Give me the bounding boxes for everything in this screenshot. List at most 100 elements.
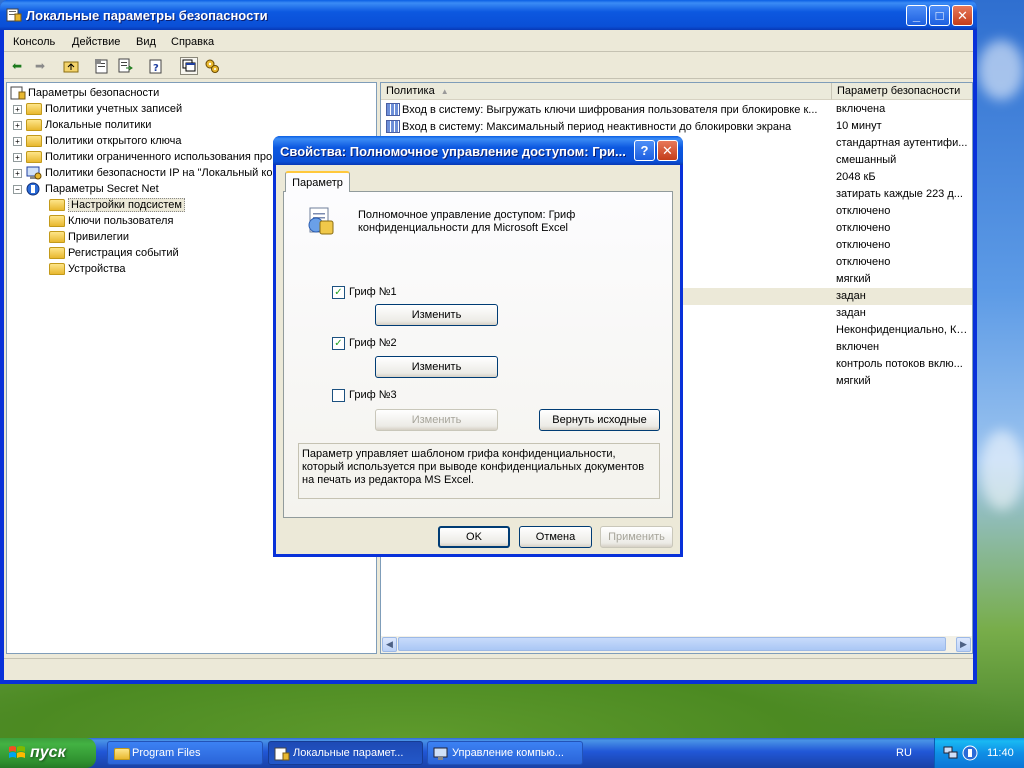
row-value: мягкий [836,375,871,387]
back-arrow-icon[interactable]: ⬅ [8,57,26,75]
computer-management-icon [433,747,448,760]
menu-console[interactable]: Консоль [13,36,55,48]
scroll-left-icon[interactable]: ◀ [382,637,397,652]
tab-parameter[interactable]: Параметр [285,171,350,192]
folder-icon [49,231,65,243]
tree-root[interactable]: Параметры безопасности [10,85,159,101]
tree-item[interactable]: + Политики безопасности IP на "Локальный… [13,165,272,181]
row-value: включен [836,341,880,353]
list-row[interactable]: Вход в систему: Выгружать ключи шифрован… [381,101,972,118]
secret-net-tray-icon[interactable] [962,745,978,761]
task-label: Управление компью... [452,747,564,759]
expand-icon[interactable]: + [13,104,22,114]
reset-defaults-button[interactable]: Вернуть исходные [539,409,660,431]
column-header-value[interactable]: Параметр безопасности [832,83,972,100]
description-box: Параметр управляет шаблоном грифа конфид… [298,443,660,499]
row-value: отключено [836,256,891,268]
tree-item[interactable]: − Параметры Secret Net [13,181,159,197]
language-indicator[interactable]: RU [896,747,912,759]
grif2-checkbox[interactable]: ✓ [332,337,345,350]
cancel-button[interactable]: Отмена [519,526,592,548]
tree-child-label: Ключи пользователя [68,215,174,227]
tree-item[interactable]: + Политики ограниченного использования пр… [13,149,272,165]
tree-child[interactable]: Привилегии [49,229,129,245]
task-label: Program Files [132,747,201,759]
properties-dialog: Свойства: Полномочное управление доступо… [273,136,683,557]
folder-icon [26,103,42,115]
grif1-label: Гриф №1 [349,286,397,298]
tree-child-label: Устройства [68,263,126,275]
collapse-icon[interactable]: − [13,184,22,194]
tree-child[interactable]: Ключи пользователя [49,213,173,229]
tree-child[interactable]: Регистрация событий [49,245,179,261]
policy-icon [386,103,400,116]
start-label: пуск [30,744,66,761]
tree-item-label: Параметры Secret Net [45,183,159,195]
scroll-right-icon[interactable]: ▶ [956,637,971,652]
tree-item[interactable]: + Политики открытого ключа [13,133,181,149]
row-value: задан [836,307,866,319]
security-policy-icon [10,86,26,100]
export-list-icon[interactable] [116,57,134,75]
help-icon[interactable]: ? [147,57,165,75]
grif3-label: Гриф №3 [349,389,397,401]
task-computer-management[interactable]: Управление компью... [427,741,583,765]
minimize-button[interactable]: _ [906,5,927,26]
dialog-help-button[interactable]: ? [634,140,655,161]
task-label: Локальные парамет... [293,747,404,759]
expand-icon[interactable]: + [13,120,22,130]
expand-icon[interactable]: + [13,152,22,162]
menu-view[interactable]: Вид [136,36,156,48]
dialog-titlebar[interactable]: Свойства: Полномочное управление доступо… [273,136,683,165]
ok-button[interactable]: OK [438,526,510,548]
properties-icon[interactable] [93,57,111,75]
close-button[interactable]: ✕ [952,5,973,26]
sort-arrow-icon: ▲ [440,86,449,96]
task-local-security[interactable]: Локальные парамет... [268,741,423,765]
list-row[interactable]: Вход в систему: Максимальный период неак… [381,118,972,135]
forward-arrow-icon[interactable]: ➡ [31,57,49,75]
policy-icon [386,120,400,133]
tree-item-label: Политики открытого ключа [45,135,182,147]
tab-parameter-label: Параметр [292,176,343,189]
row-policy: Вход в систему: Максимальный период неак… [386,120,791,133]
menu-action[interactable]: Действие [72,36,120,48]
clock[interactable]: 11:40 [987,747,1014,759]
settings-gears-icon[interactable] [203,57,221,75]
folder-icon [49,215,65,227]
tab-panel: Полномочное управление доступом: Гриф ко… [283,191,673,518]
new-window-icon[interactable] [180,57,198,75]
tree-child[interactable]: Устройства [49,261,126,277]
row-value: затирать каждые 223 д... [836,188,963,200]
scrollbar-thumb[interactable] [398,637,946,651]
grif3-checkbox[interactable] [332,389,345,402]
grif1-change-button[interactable]: Изменить [375,304,498,326]
task-program-files[interactable]: Program Files [107,741,263,765]
grif2-change-button[interactable]: Изменить [375,356,498,378]
grif1-checkbox[interactable]: ✓ [332,286,345,299]
grif3-change-button: Изменить [375,409,498,431]
maximize-button[interactable]: □ [929,5,950,26]
tree-item[interactable]: + Локальные политики [13,117,151,133]
row-value: задан [836,290,866,302]
expand-icon[interactable]: + [13,136,22,146]
tree-item[interactable]: + Политики учетных записей [13,101,182,117]
horizontal-scrollbar[interactable]: ◀ ▶ [381,636,972,653]
security-policy-icon [6,8,22,22]
column-policy-label: Политика [386,85,435,97]
desktop-cloud [978,40,1024,100]
start-button[interactable]: пуск [0,738,96,768]
tree-item-label: Локальные политики [45,119,152,131]
main-titlebar[interactable]: Локальные параметры безопасности _ □ ✕ [0,0,977,30]
expand-icon[interactable]: + [13,168,22,178]
menu-help[interactable]: Справка [171,36,214,48]
network-icon[interactable] [943,746,959,760]
column-header-policy[interactable]: Политика ▲ [381,83,832,100]
tree-child[interactable]: Настройки подсистем [49,197,185,213]
dialog-close-button[interactable]: ✕ [657,140,678,161]
tree-root-label: Параметры безопасности [28,87,160,99]
ip-security-icon [26,166,42,180]
up-folder-icon[interactable] [62,57,80,75]
taskbar: пуск Program Files Локальные парамет... … [0,738,1024,768]
desktop-cloud [980,430,1024,510]
